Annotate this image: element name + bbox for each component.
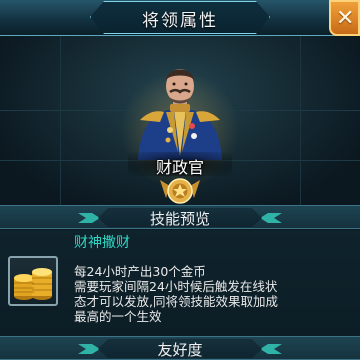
rank-emblem-icon [160,178,200,204]
header-chevron-icon [260,344,282,354]
skill-description-line: 每24小时产出30个金币 [74,264,206,279]
skill-description-line: 需要玩家间隔24小时候后触发在线状 [74,279,278,294]
backdrop-line [300,36,301,206]
skill-description-line: 最高的一个生效 [74,309,162,324]
friendship-header: 友好度 [0,336,360,360]
skill-name: 财神撒财 [74,235,130,251]
close-button[interactable]: ✕ [329,0,360,36]
gold-coins-icon [14,268,52,300]
backdrop-line [60,36,61,206]
close-x-icon: ✕ [336,6,355,31]
general-rank-label: 财政官 [155,158,204,177]
page-title: 将领属性 [142,11,218,31]
skill-icon-frame[interactable] [8,256,58,306]
skill-description: 每24小时产出30个金币 需要玩家间隔24小时候后触发在线状 态才可以发放,同将… [74,264,354,324]
general-attributes-screen: 财政官 将领属性 ✕ 技能预览 财神撒财 每24小时产出30个金币 需要玩家间隔… [0,0,360,360]
header-chevron-icon [78,213,100,223]
header-chevron-icon [78,344,100,354]
skill-description-line: 态才可以发放,同将领技能效果取加成 [74,294,278,309]
general-portrait[interactable] [130,56,230,160]
friendship-title: 友好度 [157,341,203,359]
skill-preview-header: 技能预览 [0,205,360,229]
header-chevron-icon [260,213,282,223]
skill-preview-title: 技能预览 [149,210,210,228]
